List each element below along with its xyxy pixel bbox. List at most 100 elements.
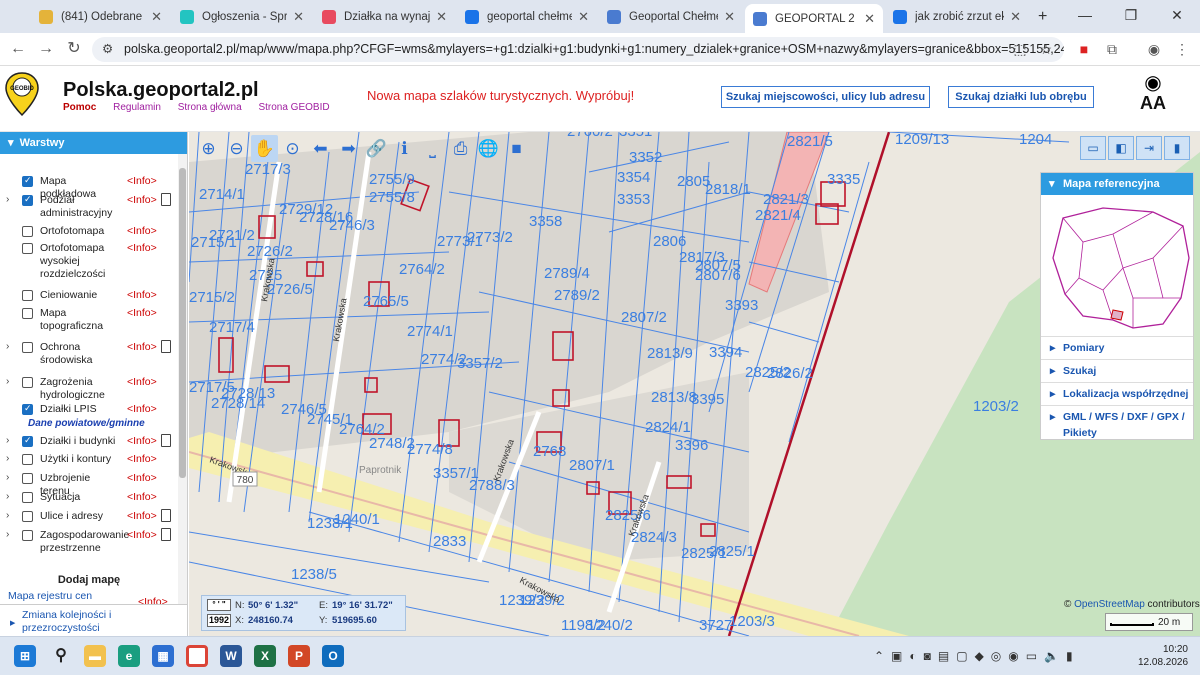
coord-format-button[interactable]: ° ' " (207, 599, 231, 611)
back-icon[interactable]: ⬅ (307, 135, 334, 162)
panel-toggle-icon[interactable]: ▮ (1164, 136, 1190, 160)
layer-checkbox[interactable] (22, 492, 33, 503)
zoom-out-icon[interactable]: ⊖ (223, 135, 250, 162)
export-icon[interactable]: ⇥ (1136, 136, 1162, 160)
info-icon[interactable]: ℹ (391, 135, 418, 162)
split-view-icon[interactable]: ◧ (1108, 136, 1134, 160)
layer-checkbox[interactable] (22, 342, 33, 353)
poland-minimap[interactable] (1043, 198, 1193, 334)
expand-icon[interactable]: › (6, 341, 9, 352)
expand-icon[interactable]: › (6, 472, 9, 483)
expand-icon[interactable]: › (6, 510, 9, 521)
site-info-icon[interactable]: ⚙ (102, 37, 113, 62)
help-link[interactable]: Pomoc (63, 102, 96, 113)
layer-checkbox[interactable] (22, 435, 33, 447)
legend-doc-icon[interactable] (161, 340, 171, 353)
sidebar-scrollbar[interactable] (178, 154, 187, 604)
tab-close-icon[interactable]: ✕ (436, 9, 447, 25)
file-explorer-icon[interactable]: ▬ (84, 645, 106, 667)
install-app-icon[interactable]: ⬚ (1010, 39, 1030, 59)
expand-icon[interactable]: › (6, 453, 9, 464)
layer-info-link[interactable]: <Info> (127, 225, 157, 237)
panel-item[interactable]: Szukaj (1041, 359, 1193, 382)
geobid-link[interactable]: Strona GEOBID (258, 102, 329, 113)
panel-item[interactable]: Lokalizacja współrzędnej (1041, 382, 1193, 405)
scrollbar-thumb[interactable] (179, 168, 186, 478)
browser-tab[interactable]: geoportal chełmek - ✕ (457, 4, 597, 30)
tab-close-icon[interactable]: ✕ (724, 9, 735, 25)
layer-info-link[interactable]: <Info> (127, 194, 157, 206)
map-registry-link[interactable]: Mapa rejestru cen (8, 590, 92, 602)
home-link[interactable]: Strona główna (178, 102, 242, 113)
layer-info-link[interactable]: <Info> (127, 307, 157, 319)
layer-checkbox[interactable] (22, 194, 33, 206)
tab-close-icon[interactable]: ✕ (1010, 9, 1021, 25)
browser-tab[interactable]: Geoportal Chełmek | ✕ (599, 4, 743, 30)
legend-doc-icon[interactable] (161, 193, 171, 206)
layer-checkbox[interactable] (22, 473, 33, 484)
layer-info-link[interactable]: <Info> (127, 341, 157, 353)
outlook-icon[interactable]: O (322, 645, 344, 667)
clock[interactable]: 10:20 12.08.2026 (1138, 643, 1188, 669)
back-icon[interactable]: ← (6, 33, 30, 66)
search-icon[interactable]: ⚲ (50, 645, 72, 667)
layer-info-link[interactable]: <Info> (127, 529, 157, 541)
expand-icon[interactable]: › (6, 529, 9, 540)
reorder-layers-link[interactable]: ▶ Zmiana kolejności i przezroczystości (0, 604, 187, 636)
layer-checkbox[interactable] (22, 530, 33, 541)
globe-icon[interactable]: 🌐 (475, 135, 502, 162)
camera-icon[interactable]: ■ (503, 135, 530, 162)
promo-link[interactable]: Nowa mapa szlaków turystycznych. Wypróbu… (367, 88, 634, 103)
tab-close-icon[interactable]: ✕ (864, 11, 875, 27)
expand-icon[interactable]: › (6, 435, 9, 446)
browser-tab[interactable]: jak zrobić zrzut ekranu ✕ (885, 4, 1029, 30)
panel-item[interactable]: Pomiary (1041, 336, 1193, 359)
fullscreen-icon[interactable]: ▭ (1080, 136, 1106, 160)
layer-info-link[interactable]: <Info> (127, 403, 157, 415)
layer-info-link[interactable]: <Info> (127, 435, 157, 447)
layer-checkbox[interactable] (22, 243, 33, 254)
layer-checkbox[interactable] (22, 290, 33, 301)
zoom-in-icon[interactable]: ⊕ (195, 135, 222, 162)
reload-icon[interactable]: ↻ (62, 33, 86, 66)
layer-checkbox[interactable] (22, 403, 33, 415)
layer-checkbox[interactable] (22, 511, 33, 522)
pdf-extension-icon[interactable]: ■ (1074, 39, 1094, 59)
url-field[interactable]: ⚙ polska.geoportal2.pl/map/www/mapa.php?… (92, 37, 1064, 62)
excel-icon[interactable]: X (254, 645, 276, 667)
expand-icon[interactable]: › (6, 194, 9, 205)
tab-close-icon[interactable]: ✕ (293, 9, 304, 25)
forward-icon[interactable]: → (34, 33, 58, 66)
expand-icon[interactable]: › (6, 491, 9, 502)
word-icon[interactable]: W (220, 645, 242, 667)
layer-info-link[interactable]: <Info> (127, 376, 157, 388)
layer-info-link[interactable]: <Info> (127, 491, 157, 503)
link-icon[interactable]: 🔗 (363, 135, 390, 162)
layer-checkbox[interactable] (22, 226, 33, 237)
font-size-toggle[interactable]: AA (1138, 93, 1168, 114)
store-icon[interactable]: ▦ (152, 645, 174, 667)
close-window-icon[interactable]: ✕ (1154, 0, 1200, 33)
layer-checkbox[interactable] (22, 175, 33, 187)
coord-system-button[interactable]: 1992 (207, 614, 231, 627)
search-address-button[interactable]: Szukaj miejscowości, ulicy lub adresu (721, 86, 930, 108)
panel-item[interactable]: GML / WFS / DXF / GPX / Pikiety (1041, 405, 1193, 444)
profile-icon[interactable]: ◉ (1144, 39, 1164, 59)
layer-info-link[interactable]: <Info> (127, 289, 157, 301)
minimize-icon[interactable]: — (1062, 0, 1108, 33)
layers-header[interactable]: ▾ Warstwy (0, 132, 187, 154)
layer-info-link[interactable]: <Info> (127, 510, 157, 522)
terms-link[interactable]: Regulamin (113, 102, 161, 113)
eye-icon[interactable]: ◉ (1138, 73, 1168, 93)
extensions-icon[interactable]: ⧉ (1102, 39, 1122, 59)
layer-info-link[interactable]: <Info> (127, 175, 157, 187)
new-tab-button[interactable]: + (1030, 4, 1052, 30)
restore-icon[interactable]: ❐ (1108, 0, 1154, 33)
layer-checkbox[interactable] (22, 454, 33, 465)
layer-info-link[interactable]: <Info> (127, 472, 157, 484)
geobid-logo[interactable]: GEOBID (4, 71, 40, 117)
chrome-icon[interactable] (186, 645, 208, 667)
osm-link[interactable]: OpenStreetMap (1074, 599, 1145, 610)
pan-icon[interactable]: ✋ (251, 135, 278, 162)
layer-info-link[interactable]: <Info> (127, 242, 157, 254)
